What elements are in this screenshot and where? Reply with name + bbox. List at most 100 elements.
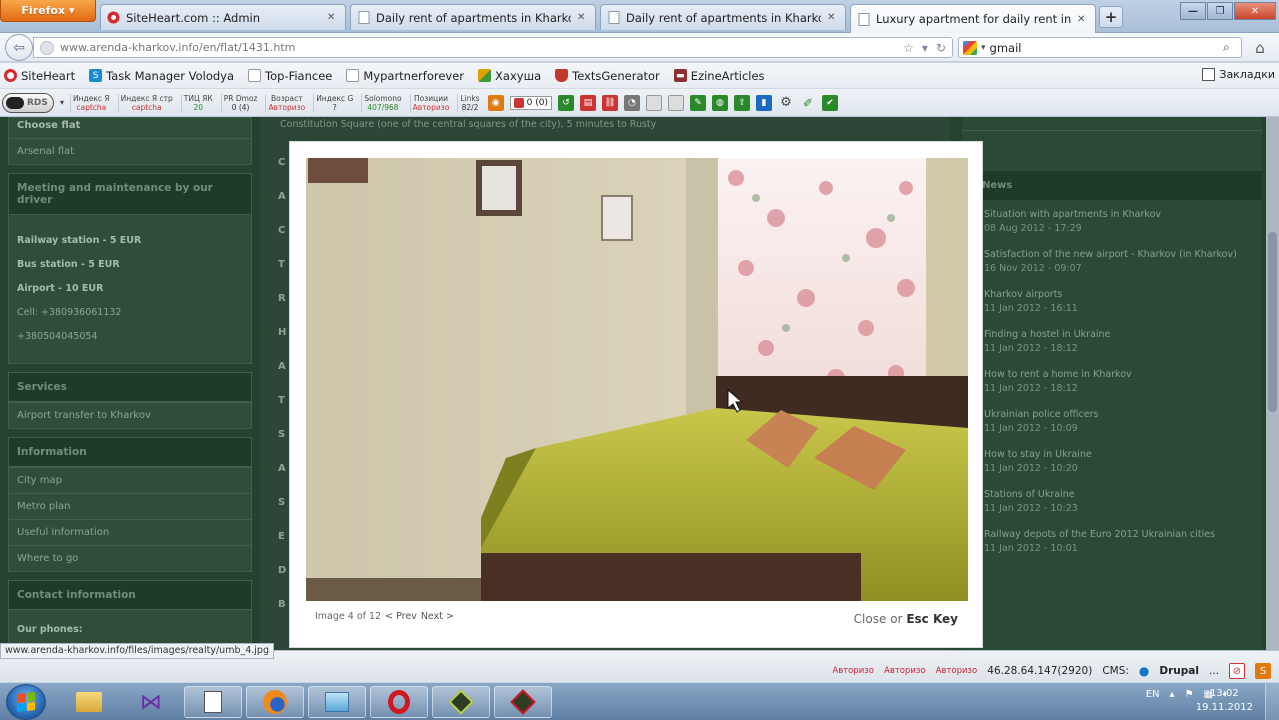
taskbar-explorer[interactable] [60,686,118,718]
flag-icon[interactable]: ⚑ [1185,689,1194,700]
edit-icon[interactable]: ✎ [689,94,706,111]
news-item[interactable]: How to stay in Ukraine 11 Jan 2012 - 10:2… [984,448,1262,476]
bookmarks-menu[interactable]: Закладки [1202,68,1275,81]
seo-counter[interactable]: 0 (0) [509,95,552,110]
bookmark-mypartnerforever[interactable]: Mypartnerforever [346,69,464,83]
news-item[interactable]: Kharkov airports 11 Jan 2012 - 16:11 [984,288,1262,316]
bookmark-xaxusha[interactable]: Хахуша [478,69,541,83]
database-icon[interactable]: ▮ [755,94,772,111]
news-item[interactable]: Railway depots of the Euro 2012 Ukrainia… [984,528,1262,556]
taskbar-tool-2[interactable] [494,686,552,718]
news-title[interactable]: Railway depots of the Euro 2012 Ukrainia… [984,528,1262,542]
page-icon[interactable] [645,94,662,111]
apartment-photo[interactable] [306,158,968,601]
maximize-button[interactable]: ❐ [1207,2,1233,20]
taskbar-app[interactable] [308,686,366,718]
status-seo-label[interactable]: Авторизо [936,666,978,676]
taskbar-visual-studio[interactable]: ⋈ [122,686,180,718]
start-button[interactable] [6,684,46,720]
links-icon[interactable]: ⛓ [601,94,618,111]
dropdown-icon[interactable]: ▾ [922,41,928,55]
bookmark-textsgenerator[interactable]: TextsGenerator [555,69,660,83]
chevron-up-icon[interactable]: ▴ [1170,689,1175,700]
tab-daily-rent-1[interactable]: Daily rent of apartments in Kharkov. ...… [350,4,596,30]
chevron-down-icon[interactable]: ▾ [981,43,986,53]
news-title[interactable]: Situation with apartments in Kharkov [984,208,1262,222]
site-identity-icon[interactable] [40,40,54,55]
close-link[interactable]: Close [854,612,887,626]
search-icon[interactable]: ⌕ [1223,40,1241,55]
news-item[interactable]: Satisfaction of the new airport - Kharko… [984,248,1262,276]
taskbar-tool-1[interactable] [432,686,490,718]
lightbox-close[interactable]: Close or Esc Key [854,612,958,626]
reload-icon[interactable]: ↻ [936,41,946,55]
news-title[interactable]: Kharkov airports [984,288,1262,302]
globe-icon[interactable]: ◍ [711,94,728,111]
chart-icon[interactable]: ◔ [623,94,640,111]
seo-solomono[interactable]: Solomono 407/968 [361,93,403,112]
news-item[interactable]: Situation with apartments in Kharkov 08 A… [984,208,1262,236]
search-input[interactable]: gmail [990,41,1219,55]
taskbar-opera[interactable] [370,686,428,718]
chevron-down-icon[interactable]: ▾ [60,98,64,107]
close-icon[interactable]: ✕ [827,12,839,23]
bookmark-top-fiancee[interactable]: Top-Fiancee [248,69,332,83]
show-desktop-button[interactable] [1265,683,1279,720]
seo-tic[interactable]: ТИЦ ЯК 20 [180,93,215,112]
rss-icon[interactable]: ◉ [487,94,504,111]
google-icon[interactable] [963,40,977,55]
news-title[interactable]: Ukrainian police officers [984,408,1262,422]
status-more[interactable]: ... [1209,665,1219,677]
next-link[interactable]: Next > [421,611,454,622]
sidebar-item-airport-transfer[interactable]: Airport transfer to Kharkov [9,402,251,428]
taskbar-firefox[interactable] [246,686,304,718]
star-icon[interactable]: ☆ [903,41,914,55]
bookmark-task-manager[interactable]: S Task Manager Volodya [89,69,234,83]
firefox-menu-button[interactable]: Firefox ▾ [0,0,96,22]
sidebar-item-choose-flat[interactable]: Choose flat [9,118,251,138]
seo-age[interactable]: Возраст Авторизо [265,93,307,112]
seo-yandex-index[interactable]: Индекс Яcaptcha [70,93,112,112]
scrollbar-thumb[interactable] [1268,232,1277,412]
page-scrollbar[interactable] [1266,117,1279,650]
sidebar-item-city-map[interactable]: City map [9,467,251,493]
language-indicator[interactable]: EN [1146,689,1160,700]
status-seo-label[interactable]: Авторизо [884,666,926,676]
blocked-icon[interactable]: ⊘ [1229,663,1245,679]
home-button[interactable]: ⌂ [1250,38,1270,58]
address-bar[interactable]: www.arenda-kharkov.info/en/flat/1431.htm… [33,37,953,58]
export-icon[interactable]: ⇪ [733,94,750,111]
news-title[interactable]: How to stay in Ukraine [984,448,1262,462]
news-item[interactable]: How to rent a home in Kharkov 11 Jan 2012… [984,368,1262,396]
seo-yandex-pages[interactable]: Индекс Я стр captcha [117,93,175,112]
close-icon[interactable]: ✕ [327,12,339,23]
status-seo-label[interactable]: Авторизо [832,666,874,676]
addon-icon[interactable]: S [1255,663,1271,679]
sidebar-item-where-to-go[interactable]: Where to go [9,545,251,571]
news-title[interactable]: Stations of Ukraine [984,488,1262,502]
sidebar-item-metro-plan[interactable]: Metro plan [9,493,251,519]
server-ip[interactable]: 46.28.64.147(2920) [987,665,1092,677]
seo-links[interactable]: Links 82/2 [457,93,481,112]
news-item[interactable]: Finding a hostel in Ukraine 11 Jan 2012 -… [984,328,1262,356]
rds-toggle[interactable]: RDS [2,92,54,113]
search-bar[interactable]: ▾ gmail ⌕ [958,37,1242,58]
seo-pr-dmoz[interactable]: PR Dmoz 0 (4) [220,93,260,112]
news-item[interactable]: Stations of Ukraine 11 Jan 2012 - 10:23 [984,488,1262,516]
tab-luxury-apartment[interactable]: Luxury apartment for daily rent in Kh...… [850,4,1096,33]
minimize-button[interactable]: — [1180,2,1206,20]
seo-positions[interactable]: Позиции Авторизо [409,93,452,112]
sidebar-item-useful-info[interactable]: Useful information [9,519,251,545]
sidebar-item-arsenal-flat[interactable]: Arsenal flat [9,138,251,164]
clock[interactable]: 13:02 19.11.2012 [1196,687,1253,715]
bookmark-siteheart[interactable]: ● SiteHeart [4,69,75,83]
prev-link[interactable]: < Prev [385,611,417,622]
window-close-button[interactable]: ✕ [1234,2,1276,20]
news-title[interactable]: Finding a hostel in Ukraine [984,328,1262,342]
stats-icon[interactable]: ▤ [579,94,596,111]
page-icon[interactable] [667,94,684,111]
tab-siteheart[interactable]: SiteHeart.com :: Admin ✕ [100,4,346,30]
tab-daily-rent-2[interactable]: Daily rent of apartments in Kharkov. ...… [600,4,846,30]
refresh-icon[interactable]: ↺ [557,94,574,111]
seo-google-index[interactable]: Индекс G? [313,93,355,112]
